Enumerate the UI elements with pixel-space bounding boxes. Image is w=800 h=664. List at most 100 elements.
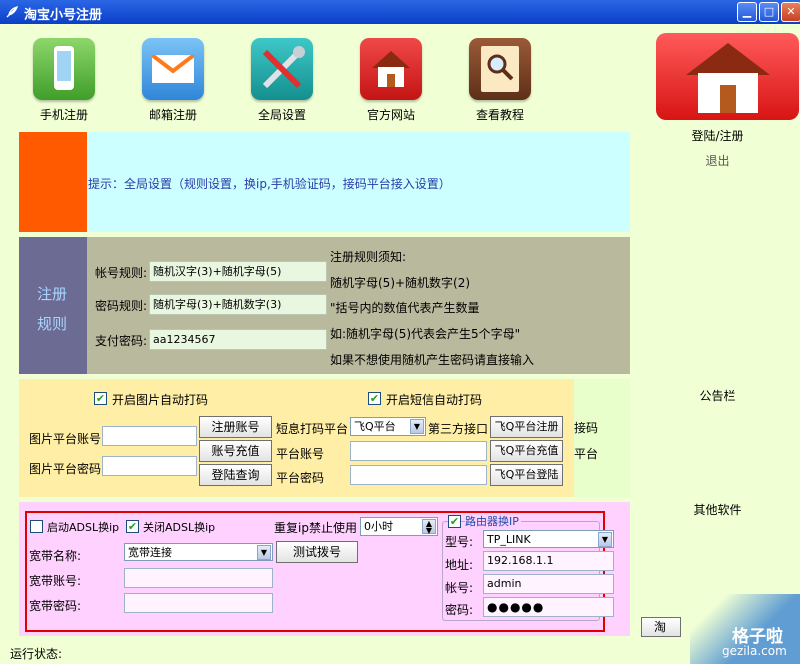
broadband-name-label: 宽带名称:: [29, 549, 82, 563]
watermark: 格子啦 gezila.com: [690, 594, 800, 664]
chevron-down-icon: ▼: [598, 532, 612, 547]
router-account-label: 帐号:: [445, 581, 474, 595]
model-select[interactable]: TP_LINK ▼: [483, 530, 614, 548]
password-rule-label: 密码规则:: [95, 299, 148, 313]
tip-accent: [19, 132, 87, 232]
image-password-input[interactable]: [102, 456, 197, 476]
test-dial-button[interactable]: 测试拨号: [276, 541, 358, 563]
fq-recharge-button[interactable]: 飞Q平台充值: [490, 440, 563, 462]
image-captcha-checkbox[interactable]: ✔: [94, 392, 107, 405]
adsl-off-label: 关闭ADSL换ip: [143, 521, 216, 534]
rules-side-title-2: 规则: [37, 315, 68, 333]
fq-register-button[interactable]: 飞Q平台注册: [490, 416, 563, 438]
mail-icon: [142, 38, 204, 100]
login-query-button[interactable]: 登陆查询: [199, 464, 272, 486]
maximize-button[interactable]: □: [759, 2, 779, 22]
broadband-account-input[interactable]: [124, 568, 273, 588]
close-button[interactable]: ✕: [781, 2, 800, 22]
address-input[interactable]: 192.168.1.1: [483, 551, 614, 571]
router-checkbox[interactable]: ✔: [448, 515, 461, 528]
platform-account-label: 平台账号: [276, 447, 325, 461]
sms-platform-label: 短息打码平台: [276, 422, 349, 436]
highlight-box: 启动ADSL换ip ✔ 关闭ADSL换ip 重复ip禁止使用 0小时 ▲ ▼ 宽带…: [25, 511, 614, 632]
rules-note-line: 如:随机字母(5)代表会产生5个字母": [330, 327, 521, 341]
broadband-name-value: 宽带连接: [128, 546, 172, 559]
broadband-password-label: 宽带密码:: [29, 599, 82, 613]
status-label: 运行状态:: [10, 647, 63, 661]
phone-icon: [33, 38, 95, 100]
other-software-label: 其他软件: [693, 503, 742, 517]
notice-board-label: 公告栏: [699, 389, 736, 403]
fq-login-button[interactable]: 飞Q平台登陆: [490, 464, 563, 486]
toolbar-label: 官方网站: [366, 108, 415, 122]
model-value: TP_LINK: [487, 533, 531, 546]
repeat-ip-label: 重复ip禁止使用: [274, 521, 357, 535]
image-password-label: 图片平台密码: [29, 462, 102, 476]
minimize-button[interactable]: ▁: [737, 2, 757, 22]
logout-link[interactable]: 退出: [656, 152, 779, 169]
router-password-input[interactable]: ●●●●●: [483, 597, 614, 617]
rules-note-line: "括号内的数值代表产生数量: [330, 301, 480, 315]
repeat-ip-value: 0小时: [364, 520, 393, 533]
close-icon: ✕: [786, 5, 796, 18]
chevron-down-icon: ▼: [257, 545, 271, 560]
image-captcha-label: 开启图片自动打码: [112, 393, 209, 407]
broadband-account-label: 宽带账号:: [29, 574, 82, 588]
login-register-button[interactable]: [656, 33, 799, 120]
register-account-button[interactable]: 注册账号: [199, 416, 272, 438]
image-account-input[interactable]: [102, 426, 197, 446]
sms-platform-select[interactable]: 飞Q平台 ▼: [350, 417, 426, 436]
minimize-icon: ▁: [742, 5, 752, 18]
pay-password-label: 支付密码:: [95, 334, 148, 348]
image-account-label: 图片平台账号: [29, 432, 102, 446]
platform-account-input[interactable]: [350, 441, 487, 461]
watermark-text-2: gezila.com: [722, 644, 787, 658]
platform-password-input[interactable]: [350, 465, 487, 485]
sms-platform-value: 飞Q平台: [354, 420, 396, 433]
model-label: 型号:: [445, 535, 474, 549]
receive-platform-side: 接码 平台: [574, 379, 630, 497]
title-bar[interactable]: 淘宝小号注册: [0, 0, 800, 24]
broadband-name-select[interactable]: 宽带连接 ▼: [124, 543, 273, 561]
toolbar-phone-register[interactable]: 手机注册: [29, 38, 99, 123]
login-register-label[interactable]: 登陆/注册: [656, 127, 779, 144]
rules-side-panel: 注册 规则: [19, 237, 87, 374]
account-rule-input[interactable]: 随机汉字(3)+随机字母(5): [149, 261, 327, 282]
sms-captcha-checkbox[interactable]: ✔: [368, 392, 381, 405]
adsl-on-checkbox[interactable]: [30, 520, 43, 533]
account-rule-label: 帐号规则:: [95, 266, 148, 280]
receive-platform-label-1: 接码: [574, 421, 599, 435]
house-icon: [360, 38, 422, 100]
platform-password-label: 平台密码: [276, 471, 325, 485]
router-label: 路由器换IP: [465, 513, 521, 529]
captcha-panel: ✔ 开启图片自动打码 ✔ 开启短信自动打码 图片平台账号 图片平台密码 注册账号…: [19, 379, 574, 497]
adsl-on-label: 启动ADSL换ip: [47, 521, 120, 534]
toolbar-label: 查看教程: [475, 108, 524, 122]
password-rule-input[interactable]: 随机字母(3)+随机数字(3): [149, 294, 327, 315]
toolbar-label: 全局设置: [257, 108, 306, 122]
house-icon: [686, 43, 770, 113]
spinner-arrows-icon: ▲ ▼: [422, 519, 436, 535]
book-icon: [469, 38, 531, 100]
pay-password-input[interactable]: aa1234567: [149, 329, 327, 350]
toolbar-mail-register[interactable]: 邮箱注册: [138, 38, 208, 123]
third-party-label: 第三方接口: [428, 422, 489, 436]
partial-button[interactable]: 淘: [641, 617, 681, 637]
rules-note-line: 随机字母(5)+随机数字(2): [330, 276, 471, 290]
window-title: 淘宝小号注册: [24, 8, 103, 23]
toolbar-label: 手机注册: [39, 108, 88, 122]
account-recharge-button[interactable]: 账号充值: [199, 440, 272, 462]
toolbar-tutorial[interactable]: 查看教程: [465, 38, 535, 123]
rules-note-line: 注册规则须知:: [330, 250, 407, 264]
router-account-input[interactable]: admin: [483, 574, 614, 594]
adsl-off-checkbox[interactable]: ✔: [126, 520, 139, 533]
toolbar-global-settings[interactable]: 全局设置: [247, 38, 317, 123]
repeat-ip-spinner[interactable]: 0小时 ▲ ▼: [360, 517, 438, 536]
rules-note-line: 如果不想使用随机产生密码请直接输入: [330, 353, 535, 367]
rules-side-title-1: 注册: [37, 285, 68, 303]
toolbar-official-site[interactable]: 官方网站: [356, 38, 426, 123]
chevron-down-icon: ▼: [410, 419, 424, 434]
broadband-password-input[interactable]: [124, 593, 273, 613]
sms-captcha-label: 开启短信自动打码: [386, 393, 483, 407]
tip-text: 提示：全局设置（规则设置，换ip,手机验证码，接码平台接入设置）: [88, 177, 451, 191]
